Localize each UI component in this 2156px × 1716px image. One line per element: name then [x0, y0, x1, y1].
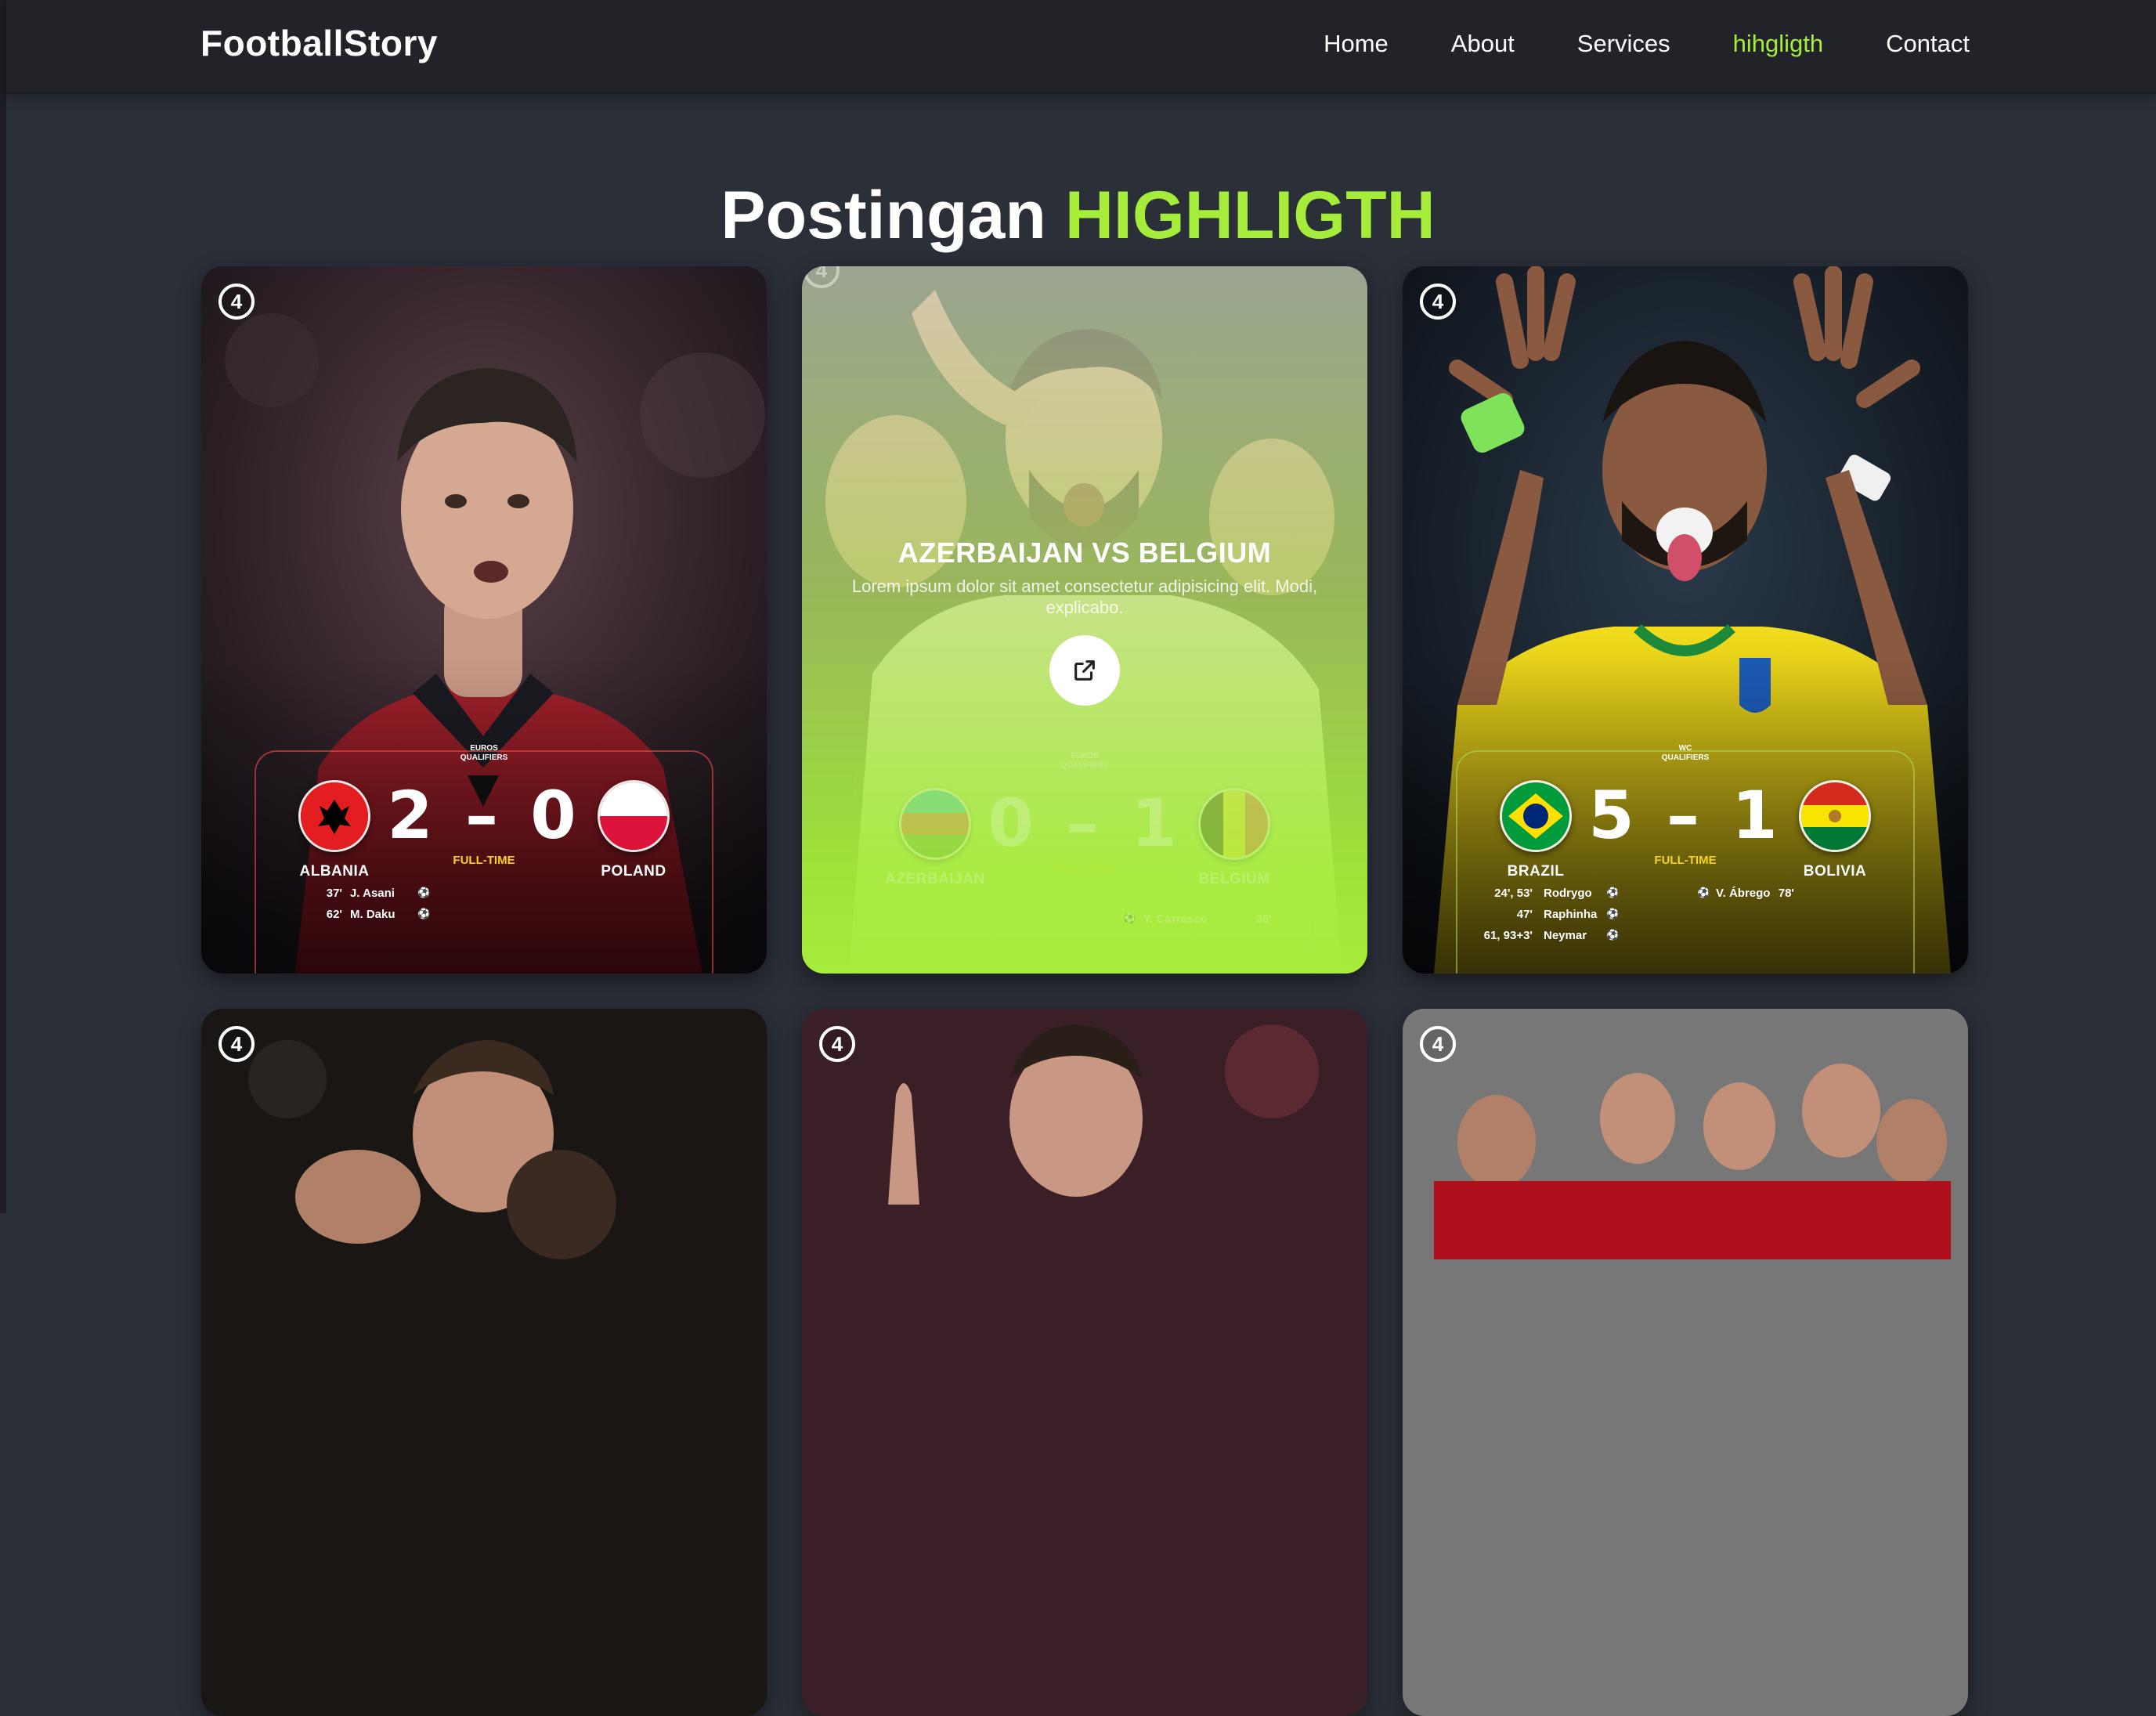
- number-badge: 4: [1420, 284, 1456, 320]
- main-nav: Home About Services hihgligth Contact: [1324, 30, 1970, 58]
- nav-home[interactable]: Home: [1324, 30, 1389, 58]
- ball-icon: ⚽: [417, 887, 430, 899]
- scorer-row: 24', 53' Rodrygo ⚽ ⚽ V. Ábrego 78': [1457, 887, 1913, 908]
- ball-icon: ⚽: [1123, 912, 1136, 925]
- nav-about[interactable]: About: [1451, 30, 1515, 58]
- scorers-list: 37' J. Asani ⚽ 62' M. Daku ⚽: [256, 887, 712, 929]
- scorer-row: 47' Raphinha ⚽: [1457, 908, 1913, 929]
- competition-label: WC QUALIFIERS: [1638, 744, 1732, 763]
- nav-highlight[interactable]: hihgligth: [1733, 30, 1823, 58]
- page-title-prefix: Postingan: [720, 178, 1046, 253]
- card-title: AZERBAIJAN VS BELGIUM: [802, 536, 1367, 569]
- poland-flag-icon: [598, 780, 670, 852]
- ball-icon: ⚽: [1606, 887, 1619, 899]
- nav-contact[interactable]: Contact: [1886, 30, 1970, 58]
- number-badge: 4: [218, 284, 255, 320]
- scorers-list: 24', 53' Rodrygo ⚽ ⚽ V. Ábrego 78' 47' R…: [1457, 887, 1913, 950]
- away-team-name: BOLIVIA: [1780, 863, 1890, 880]
- external-link-icon: [1071, 657, 1098, 684]
- brand-logo[interactable]: FootballStory: [200, 22, 438, 64]
- away-team: BELGIUM: [1179, 788, 1289, 888]
- ball-icon: ⚽: [417, 908, 430, 920]
- bolivia-flag-icon: [1799, 780, 1871, 852]
- card-overlay-content: AZERBAIJAN VS BELGIUM Lorem ipsum dolor …: [802, 536, 1367, 706]
- scorer-row: 37' J. Asani ⚽: [256, 887, 712, 908]
- scoreboard: EUROS QUALIFIERS AZERBAIJAN 0 – 1 FULL-T…: [855, 758, 1314, 974]
- navbar: FootballStory Home About Services hihgli…: [6, 0, 2156, 94]
- number-badge: 4: [218, 1026, 255, 1062]
- highlight-card-azerbaijan-belgium[interactable]: 4 EUROS QUALIFIERS AZERBAIJAN 0 – 1 FULL…: [802, 266, 1367, 974]
- open-post-button[interactable]: [1049, 635, 1120, 706]
- highlight-card-6[interactable]: 4: [1403, 1009, 1968, 1716]
- highlight-card-5[interactable]: 4: [802, 1009, 1367, 1716]
- highlight-card-brazil-bolivia[interactable]: 4 WC QUALIFIERS BRAZIL 5 – 1 FULL-TIME B…: [1403, 266, 1968, 974]
- belgium-flag-icon: [1198, 788, 1270, 860]
- scorers-list: ⚽ Y. Carrasco 38': [857, 912, 1313, 934]
- player-photo: [1403, 1009, 1968, 1716]
- page-title-accent: HIGHLIGTH: [1065, 178, 1436, 253]
- ball-icon: ⚽: [1606, 929, 1619, 941]
- scorer-row: ⚽ Y. Carrasco 38': [857, 912, 1313, 934]
- player-photo: [802, 1009, 1367, 1716]
- scorer-row: 61, 93+3' Neymar ⚽: [1457, 929, 1913, 950]
- scoreboard: EUROS QUALIFIERS ALBANIA 2 – 0 FULL-TIME…: [255, 750, 713, 974]
- page-title: Postingan HIGHLIGTH: [0, 177, 2156, 255]
- card-description: Lorem ipsum dolor sit amet consectetur a…: [850, 576, 1320, 618]
- scorer-row: 62' M. Daku ⚽: [256, 908, 712, 929]
- competition-label: EUROS QUALIFIERS: [437, 744, 531, 763]
- competition-label: EUROS QUALIFIERS: [1038, 752, 1132, 771]
- ball-icon: ⚽: [1697, 887, 1710, 899]
- away-team: POLAND: [579, 780, 688, 880]
- away-team: BOLIVIA: [1780, 780, 1890, 880]
- number-badge: 4: [819, 1026, 855, 1062]
- player-photo: [201, 1009, 767, 1716]
- ball-icon: ⚽: [1606, 908, 1619, 920]
- highlight-card-4[interactable]: 4: [201, 1009, 767, 1716]
- number-badge: 4: [1420, 1026, 1456, 1062]
- away-team-name: BELGIUM: [1179, 871, 1289, 888]
- scoreboard: WC QUALIFIERS BRAZIL 5 – 1 FULL-TIME BOL…: [1456, 750, 1915, 974]
- nav-services[interactable]: Services: [1577, 30, 1670, 58]
- away-team-name: POLAND: [579, 863, 688, 880]
- highlight-card-albania-poland[interactable]: 4 EUROS QUALIFIERS ALBANIA 2 – 0 FULL-TI…: [201, 266, 767, 974]
